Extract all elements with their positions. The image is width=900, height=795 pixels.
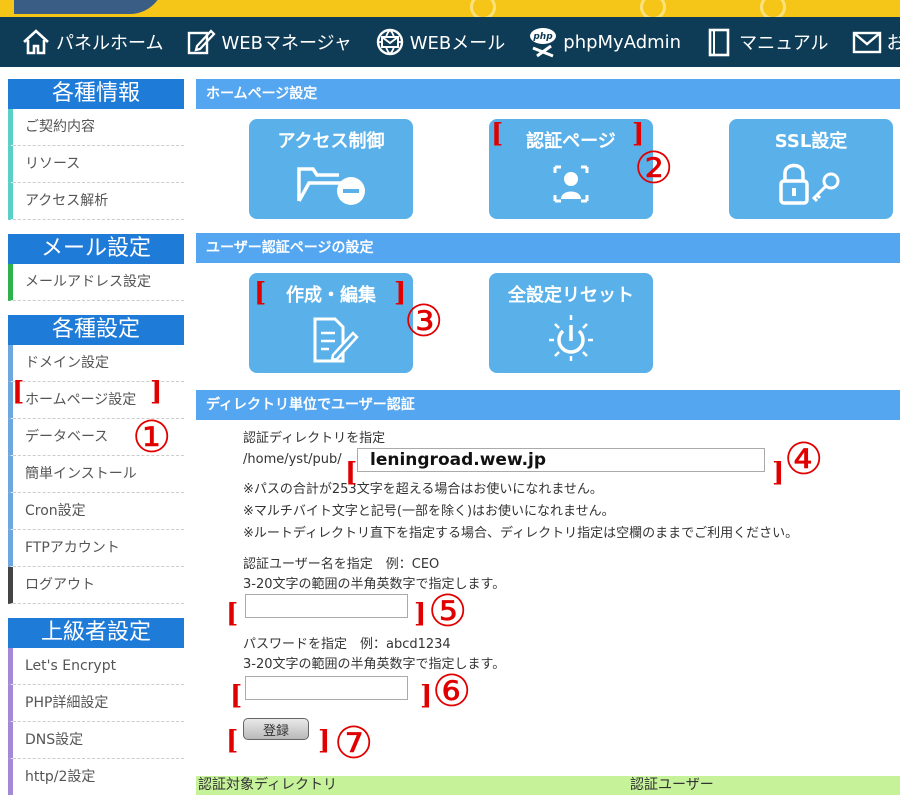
- register-button[interactable]: 登録: [243, 718, 309, 740]
- annotation-marker-7: ⑦: [334, 718, 374, 769]
- edit-icon: [188, 29, 216, 55]
- annotation-marker-2: ②: [634, 143, 674, 194]
- nav-panel-home[interactable]: パネルホーム: [20, 26, 163, 58]
- annotation-bracket: [: [226, 726, 239, 756]
- globe-mail-icon: [376, 28, 403, 56]
- sidebar-item-mail-address[interactable]: メールアドレス設定: [8, 264, 184, 301]
- sidebar-item-http2[interactable]: http/2設定: [8, 759, 184, 795]
- tile-label: 作成・編集: [286, 285, 376, 306]
- sidebar-heading: メール設定: [8, 234, 184, 264]
- annotation-marker-1: ①: [132, 412, 172, 463]
- annotation-bracket: ]: [414, 599, 427, 629]
- ssl-settings-tile[interactable]: SSL設定: [729, 119, 893, 219]
- column-header: 認証対象ディレクトリ: [198, 777, 338, 793]
- sidebar-item-logout[interactable]: ログアウト: [8, 567, 184, 604]
- lock-key-icon: [779, 163, 840, 205]
- section-title: ディレクトリ単位でユーザー認証: [196, 390, 900, 420]
- annotation-bracket: [: [491, 119, 504, 149]
- annotation-bracket: [: [12, 377, 25, 407]
- reset-all-tile[interactable]: 全設定リセット: [489, 273, 653, 373]
- nav-label: パネルホーム: [56, 33, 164, 54]
- annotation-marker-5: ⑤: [428, 586, 468, 637]
- tile-label: 全設定リセット: [508, 285, 634, 306]
- banner-decoration: [640, 0, 666, 17]
- annotation-marker-6: ⑥: [432, 666, 472, 717]
- nav-label: phpMyAdmin: [563, 31, 682, 53]
- nav-manual[interactable]: マニュアル: [703, 26, 829, 58]
- annotation-marker-3: ③: [404, 296, 444, 347]
- svg-text:php: php: [533, 32, 554, 42]
- section-title: ユーザー認証ページの設定: [196, 233, 900, 263]
- note-line: ※ルートディレクトリ直下を指定する場合、ディレクトリ指定は空欄のままでご利用くだ…: [243, 526, 799, 541]
- annotation-bracket: [: [345, 458, 358, 488]
- note-line: ※マルチバイト文字と記号(一部を除く)はお使いになれません。: [243, 504, 615, 519]
- sidebar-item-cron[interactable]: Cron設定: [8, 493, 184, 530]
- sidebar-item-resource[interactable]: リソース: [8, 146, 184, 183]
- nav-label: WEBマネージャ: [221, 33, 352, 54]
- annotation-bracket: ]: [772, 458, 785, 488]
- annotation-bracket: ]: [150, 377, 163, 407]
- dir-label: 認証ディレクトリを指定: [243, 431, 386, 446]
- annotation-bracket: [: [254, 278, 267, 308]
- username-label: 認証ユーザー名を指定 例：CEO: [243, 557, 440, 572]
- username-input[interactable]: [245, 594, 408, 618]
- sidebar-item-letsencrypt[interactable]: Let's Encrypt: [8, 648, 184, 685]
- banner-decoration: [470, 0, 496, 17]
- sidebar-item-access-analysis[interactable]: アクセス解析: [8, 183, 184, 220]
- logo-shape: [14, 0, 164, 14]
- column-header: 認証ユーザー: [630, 777, 714, 793]
- sidebar-item-ftp[interactable]: FTPアカウント: [8, 530, 184, 567]
- annotation-marker-4: ④: [784, 434, 824, 485]
- sidebar-heading: 各種情報: [8, 79, 184, 109]
- nav-web-manager[interactable]: WEBマネージャ: [185, 26, 352, 58]
- sidebar-heading: 上級者設定: [8, 618, 184, 648]
- sidebar-item-php[interactable]: PHP詳細設定: [8, 685, 184, 722]
- nav-phpmyadmin[interactable]: php phpMyAdmin: [527, 26, 681, 58]
- document-edit-icon: [313, 317, 359, 363]
- sidebar-item-contract[interactable]: ご契約内容: [8, 109, 184, 146]
- auth-table-header: 認証対象ディレクトリ 認証ユーザー: [196, 776, 900, 795]
- tile-row: 作成・編集 全設定リセット: [196, 263, 900, 390]
- php-icon: php: [530, 28, 557, 58]
- auth-directory-input[interactable]: [357, 448, 765, 472]
- user-auth-icon: [553, 165, 589, 203]
- sidebar-item-dns[interactable]: DNS設定: [8, 722, 184, 759]
- nav-label: マニュアル: [739, 33, 829, 54]
- password-input[interactable]: [245, 676, 408, 700]
- banner-decoration: [760, 0, 786, 17]
- create-edit-tile[interactable]: 作成・編集: [249, 273, 413, 373]
- top-nav: パネルホーム WEBマネージャ WEBメール php phpMyAdmin マニ…: [0, 17, 900, 67]
- nav-contact[interactable]: お問い: [851, 26, 900, 58]
- annotation-bracket: [: [226, 599, 239, 629]
- note-line: ※パスの合計が253文字を超える場合はお使いになれません。: [243, 482, 603, 497]
- top-banner: [0, 0, 900, 17]
- access-control-tile[interactable]: アクセス制御: [249, 119, 413, 219]
- auth-page-tile[interactable]: 認証ページ: [489, 119, 653, 219]
- nav-label: お問い: [886, 33, 900, 54]
- dir-prefix: /home/yst/pub/: [243, 452, 342, 467]
- sidebar-heading: 各種設定: [8, 315, 184, 345]
- nav-label: WEBメール: [409, 33, 506, 54]
- folder-minus-icon: [297, 167, 365, 205]
- tile-label: SSL設定: [774, 131, 848, 152]
- mail-icon: [852, 31, 881, 54]
- home-icon: [23, 29, 49, 55]
- nav-web-mail[interactable]: WEBメール: [374, 26, 506, 58]
- power-reset-icon: [549, 315, 593, 361]
- tile-label: アクセス制御: [277, 131, 385, 152]
- annotation-bracket: ]: [420, 681, 433, 711]
- annotation-bracket: [: [230, 681, 243, 711]
- tile-label: 認証ページ: [526, 131, 616, 152]
- tile-row: アクセス制御 認証ページ SSL設定: [196, 109, 900, 233]
- book-icon: [708, 28, 730, 57]
- annotation-bracket: ]: [318, 726, 331, 756]
- section-title: ホームページ設定: [196, 79, 900, 109]
- password-label: パスワードを指定 例：abcd1234: [243, 637, 451, 652]
